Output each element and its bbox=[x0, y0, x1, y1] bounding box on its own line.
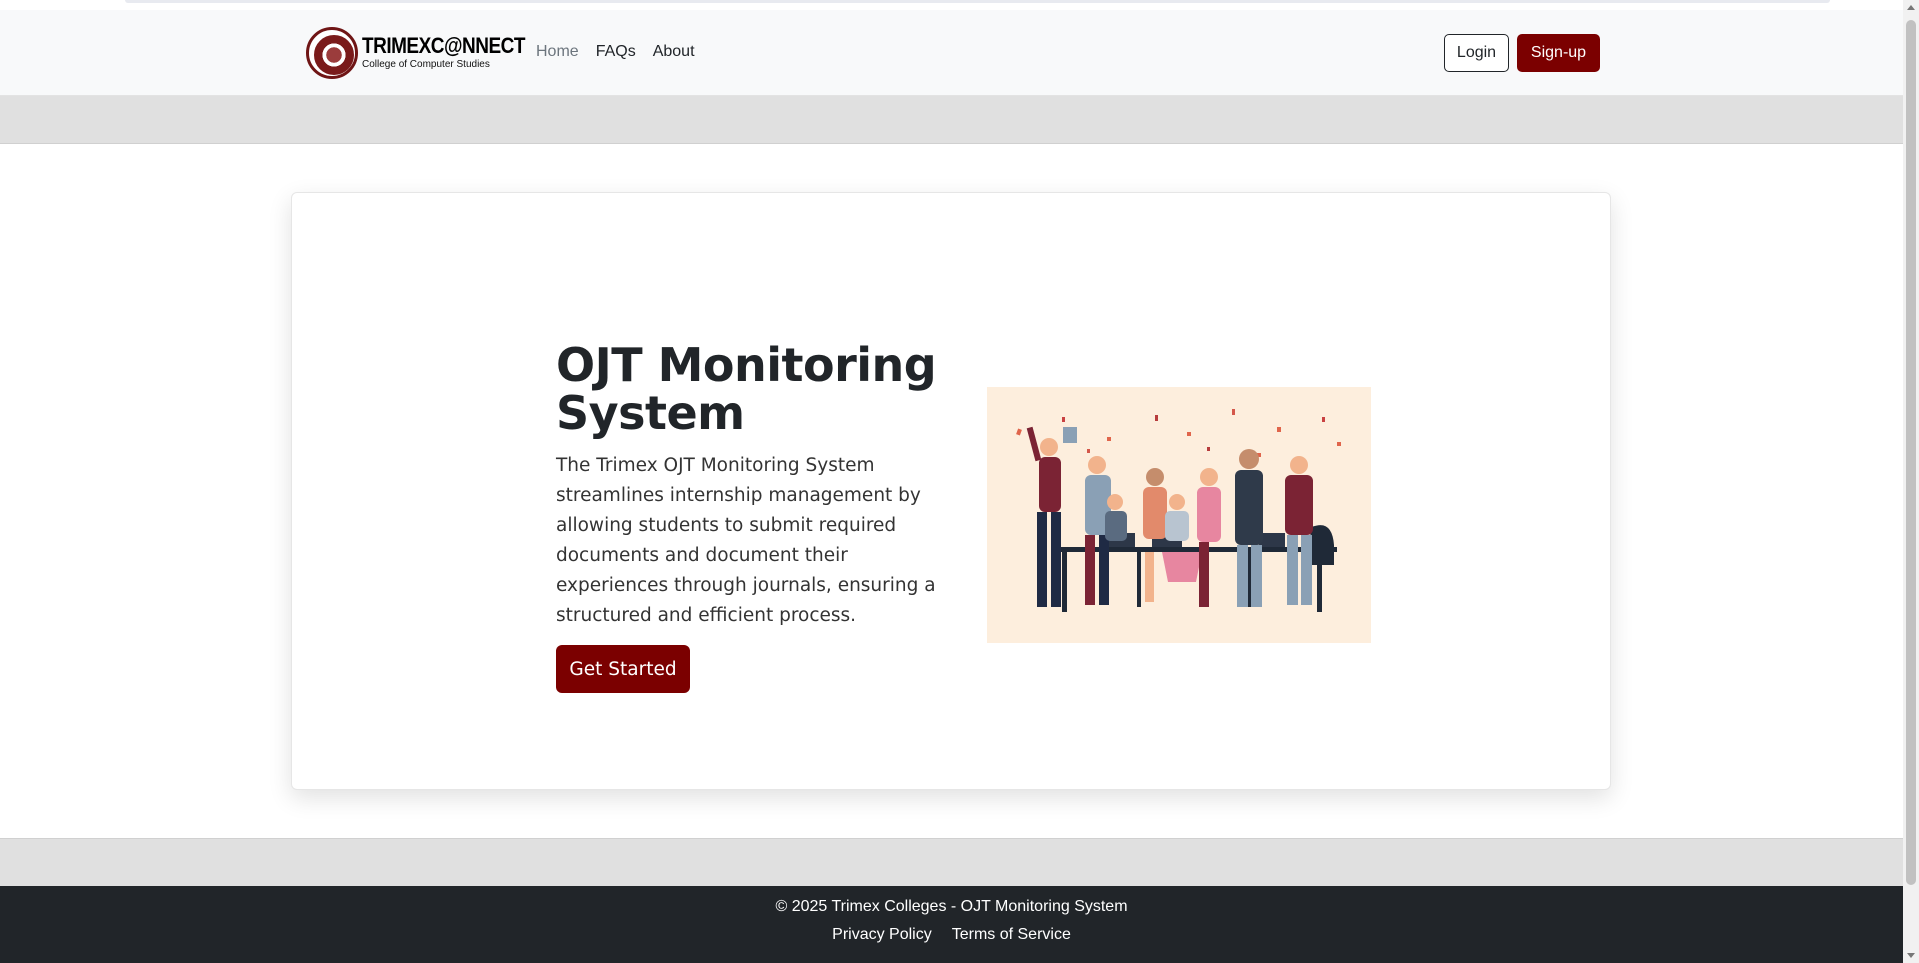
nav-links: Home FAQs About bbox=[536, 43, 695, 61]
page-scrollbar[interactable] bbox=[1903, 0, 1919, 963]
nav-link-home[interactable]: Home bbox=[536, 43, 579, 61]
people bbox=[1026, 426, 1313, 607]
hero-description: The Trimex OJT Monitoring System streaml… bbox=[556, 455, 936, 626]
get-started-button[interactable]: Get Started bbox=[556, 645, 690, 693]
scroll-up-icon[interactable] bbox=[1907, 5, 1915, 10]
login-button[interactable]: Login bbox=[1444, 34, 1509, 72]
top-gray-band bbox=[0, 96, 1903, 144]
brand-text: TRIMEXC@NNECT College of Computer Studie… bbox=[362, 33, 525, 70]
college-seal-icon bbox=[306, 27, 358, 79]
brand-logo[interactable]: TRIMEXC@NNECT College of Computer Studie… bbox=[306, 27, 525, 79]
footer: © 2025 Trimex Colleges - OJT Monitoring … bbox=[0, 886, 1903, 963]
footer-links: Privacy Policy Terms of Service bbox=[0, 926, 1903, 944]
scroll-down-icon[interactable] bbox=[1907, 953, 1915, 958]
nav-link-faqs[interactable]: FAQs bbox=[596, 43, 636, 61]
navbar: TRIMEXC@NNECT College of Computer Studie… bbox=[0, 10, 1903, 96]
celebrating-team-illustration bbox=[987, 387, 1371, 643]
footer-copyright: © 2025 Trimex Colleges - OJT Monitoring … bbox=[775, 898, 1128, 915]
hero-card: OJT Monitoring System The Trimex OJT Mon… bbox=[291, 192, 1611, 790]
terms-of-service-link[interactable]: Terms of Service bbox=[952, 926, 1071, 944]
browser-top-strip bbox=[0, 0, 1903, 10]
brand-title: TRIMEXC@NNECT bbox=[362, 33, 525, 59]
scroll-thumb[interactable] bbox=[1906, 20, 1916, 885]
hero-title: OJT Monitoring System bbox=[556, 338, 937, 440]
nav-link-about[interactable]: About bbox=[653, 43, 695, 61]
signup-button[interactable]: Sign-up bbox=[1517, 34, 1600, 72]
bottom-gray-band bbox=[0, 838, 1903, 886]
browser-tab-edge bbox=[125, 0, 1830, 3]
privacy-policy-link[interactable]: Privacy Policy bbox=[832, 926, 932, 944]
brand-subtitle: College of Computer Studies bbox=[362, 58, 490, 70]
illustration-svg bbox=[1016, 409, 1341, 612]
